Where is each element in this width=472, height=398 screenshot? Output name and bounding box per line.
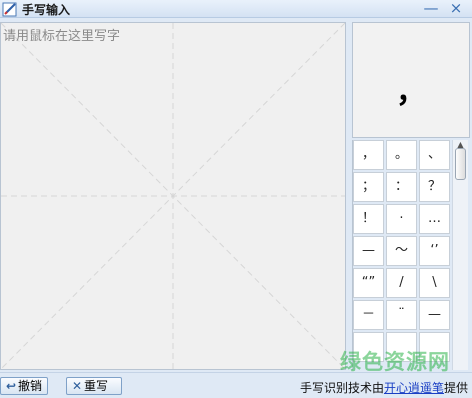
close-button[interactable]: × — [445, 0, 467, 17]
clear-icon: ✕ — [71, 379, 83, 393]
candidate-grid: ， 。 、 ； ： ？ ！ · … — ～ ‘’ “” / \ － ¨ — — [352, 140, 452, 370]
pencil-icon — [2, 2, 17, 17]
candidate-cell[interactable]: ： — [386, 172, 417, 202]
candidate-cell[interactable]: ‘’ — [419, 236, 450, 266]
undo-label: 撤销 — [18, 379, 43, 393]
credit-prefix: 手写识别技术由 — [299, 381, 384, 395]
handwriting-canvas[interactable]: 请用鼠标在这里写字 — [0, 22, 346, 370]
undo-button[interactable]: ↩ 撤销 — [0, 377, 48, 395]
candidate-cell[interactable]: ～ — [386, 236, 417, 266]
rewrite-label: 重写 — [84, 379, 109, 393]
candidate-cell[interactable]: ？ — [419, 172, 450, 202]
candidate-cell[interactable]: \ — [419, 268, 450, 298]
credit-link[interactable]: 开心逍遥笔 — [384, 381, 444, 395]
canvas-guides — [1, 23, 345, 369]
preview-character: ， — [396, 75, 426, 110]
recognition-preview: ， — [352, 22, 470, 138]
credit-suffix: 提供 — [443, 381, 468, 395]
minimize-button[interactable]: — — [420, 0, 442, 17]
title-bar: 手写输入 — × — [0, 0, 472, 18]
scroll-thumb[interactable] — [455, 148, 466, 180]
candidate-cell[interactable]: － — [353, 300, 384, 330]
candidate-cell[interactable]: · — [386, 204, 417, 234]
undo-icon: ↩ — [5, 379, 17, 393]
candidate-cell[interactable]: ； — [353, 172, 384, 202]
candidate-cell[interactable]: — — [353, 236, 384, 266]
rewrite-button[interactable]: ✕ 重写 — [66, 377, 122, 395]
credit-text: 手写识别技术由开心逍遥笔提供 — [300, 379, 468, 396]
candidate-cell[interactable]: / — [386, 268, 417, 298]
canvas-hint: 请用鼠标在这里写字 — [3, 29, 121, 44]
window-title: 手写输入 — [22, 3, 71, 17]
candidate-cell[interactable]: ！ — [353, 204, 384, 234]
candidate-cell[interactable]: ， — [353, 140, 384, 170]
candidate-cell[interactable]: ¨ — [386, 300, 417, 330]
candidate-cell[interactable]: 、 — [419, 140, 450, 170]
candidate-cell[interactable]: — — [419, 300, 450, 330]
bottom-bar: ↩ 撤销 ✕ 重写 手写识别技术由开心逍遥笔提供 — [0, 372, 472, 398]
watermark: 绿色资源网 — [340, 346, 470, 374]
candidate-cell[interactable]: “” — [353, 268, 384, 298]
candidate-scrollbar[interactable]: ▲ — [452, 140, 468, 370]
candidate-cell[interactable]: … — [419, 204, 450, 234]
candidate-cell[interactable]: 。 — [386, 140, 417, 170]
